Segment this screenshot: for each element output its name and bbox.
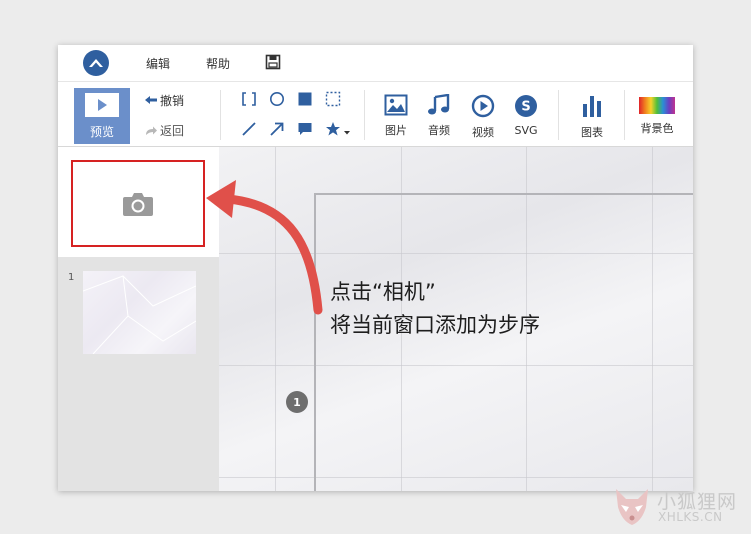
thumbnail-pattern (82, 275, 197, 355)
star-dropdown-icon[interactable] (342, 123, 352, 141)
svg-button[interactable]: S SVG (506, 90, 546, 142)
bracket-frame-icon[interactable] (240, 90, 258, 108)
logo-icon (89, 59, 103, 67)
menu-help[interactable]: 帮助 (206, 55, 230, 72)
toolbar-divider (558, 90, 559, 140)
undo-label: 撤销 (160, 94, 185, 108)
menu-bar: 编辑 帮助 (58, 45, 693, 81)
save-button[interactable] (265, 54, 281, 70)
image-icon (384, 94, 408, 116)
annotation-line-2: 将当前窗口添加为步序 (330, 313, 540, 337)
preview-label: 预览 (89, 124, 114, 139)
redo-button[interactable]: 返回 (144, 122, 184, 139)
bar-chart-icon (583, 96, 601, 117)
speech-bubble-icon[interactable] (296, 120, 314, 138)
arrow-icon[interactable] (268, 120, 286, 138)
chart-button[interactable]: 图表 (572, 90, 612, 142)
line-icon[interactable] (240, 120, 258, 138)
background-color-label: 背景色 (640, 122, 674, 135)
app-logo[interactable] (83, 50, 109, 76)
redo-arrow-icon (146, 126, 157, 135)
camera-button[interactable] (71, 160, 205, 247)
background-color-button[interactable]: 背景色 (637, 90, 677, 142)
slides-panel: 1 (58, 147, 219, 491)
redo-label: 返回 (160, 124, 185, 138)
step-frame[interactable] (314, 193, 693, 491)
app-window: 编辑 帮助 预览 撤销 返回 图片 音频 视频 S SVG 图表 背景色 1 1 (58, 45, 693, 491)
image-button[interactable]: 图片 (376, 90, 416, 142)
preview-button[interactable]: 预览 (74, 88, 130, 144)
star-icon[interactable] (324, 120, 342, 138)
toolbar-divider (220, 90, 221, 140)
undo-arrow-icon (145, 95, 157, 104)
circle-icon[interactable] (268, 90, 286, 108)
floppy-disk-icon (265, 54, 281, 70)
undo-button[interactable]: 撤销 (144, 92, 184, 109)
music-icon (428, 94, 450, 115)
annotation-text: 点击“相机” 将当前窗口添加为步序 (330, 276, 540, 342)
image-label: 图片 (385, 124, 407, 137)
slide-thumbnail[interactable] (82, 271, 197, 355)
watermark-en: XHLKS.CN (658, 510, 723, 524)
chart-label: 图表 (581, 126, 603, 139)
color-gradient-icon (639, 97, 675, 114)
audio-label: 音频 (428, 124, 450, 137)
toolbar-divider (364, 90, 365, 140)
slide-number: 1 (68, 272, 75, 283)
camera-area (58, 147, 219, 257)
step-marker[interactable]: 1 (286, 391, 308, 413)
svg-icon: S (515, 95, 537, 117)
video-label: 视频 (472, 126, 494, 139)
toolbar-divider (624, 90, 625, 140)
square-icon[interactable] (296, 90, 314, 108)
play-icon (85, 92, 119, 117)
toolbar: 预览 撤销 返回 图片 音频 视频 S SVG 图表 背景色 (58, 81, 693, 147)
watermark: 小狐狸网 XHLKS.CN (612, 485, 747, 530)
dashed-select-icon[interactable] (324, 90, 342, 108)
annotation-line-1: 点击“相机” (330, 280, 436, 304)
grid-line (275, 147, 276, 491)
video-play-icon (471, 94, 495, 118)
audio-button[interactable]: 音频 (419, 90, 459, 142)
svg-label: SVG (514, 124, 538, 137)
camera-icon (123, 192, 153, 216)
video-button[interactable]: 视频 (463, 90, 503, 142)
menu-edit[interactable]: 编辑 (146, 55, 170, 72)
svg-text:S: S (521, 100, 530, 115)
fox-logo-icon (616, 489, 648, 525)
